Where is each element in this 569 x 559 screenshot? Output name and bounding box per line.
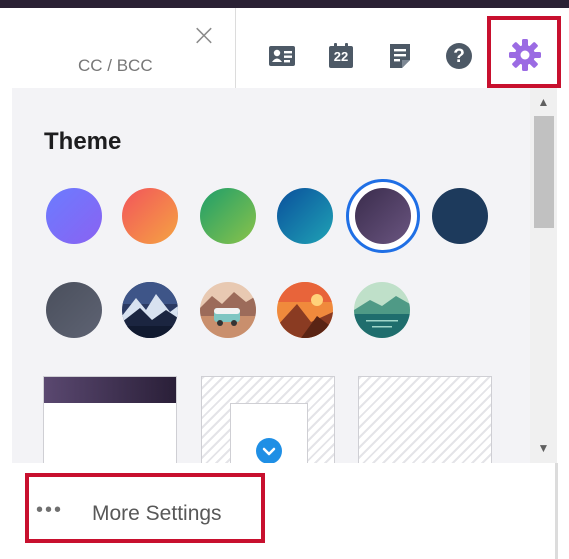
mail-compose-settings: × CC / BCC 22 ? Theme ▲ ▼ ••• More Setti…	[0, 0, 569, 559]
layout-card-striped-plain[interactable]	[358, 376, 492, 463]
theme-swatch-ocean[interactable]	[277, 188, 333, 244]
theme-swatch-dark-purple	[355, 188, 411, 244]
calendar-day-number: 22	[333, 49, 349, 64]
theme-swatch-slate[interactable]	[46, 282, 102, 338]
mountains-scene-image	[122, 282, 178, 338]
theme-swatch-camper[interactable]	[200, 282, 256, 338]
footer-right-border	[555, 463, 558, 559]
desert-scene-image	[277, 282, 333, 338]
layout-card-dark-header[interactable]	[43, 376, 177, 463]
layout-chevron-badge[interactable]	[256, 438, 282, 463]
scroll-down-arrow[interactable]: ▼	[530, 438, 557, 458]
theme-swatch-desert[interactable]	[277, 282, 333, 338]
chevron-down-icon	[262, 447, 276, 456]
scroll-up-arrow[interactable]: ▲	[530, 92, 557, 112]
theme-swatch-sunset[interactable]	[122, 188, 178, 244]
notes-icon	[390, 44, 410, 68]
lake-scene-image	[354, 282, 410, 338]
more-settings-highlight-box	[25, 473, 265, 543]
settings-highlight-box	[487, 16, 561, 88]
layout-card-striped-center[interactable]	[201, 376, 335, 463]
help-button[interactable]: ?	[445, 42, 473, 70]
help-glyph: ?	[453, 46, 465, 67]
theme-panel: Theme	[12, 88, 557, 463]
camper-scene-image	[200, 282, 256, 338]
close-cc-bcc-button[interactable]: ×	[190, 21, 218, 51]
theme-swatch-blue-purple[interactable]	[46, 188, 102, 244]
calendar-button[interactable]: 22	[327, 42, 355, 70]
top-app-strip	[0, 0, 569, 8]
cc-bcc-link[interactable]: CC / BCC	[78, 56, 153, 76]
layout-card-header-bar	[44, 377, 176, 403]
theme-panel-scrollbar[interactable]: ▲ ▼	[530, 88, 557, 463]
theme-swatch-green[interactable]	[200, 188, 256, 244]
theme-swatch-lake[interactable]	[354, 282, 410, 338]
header-divider	[235, 8, 236, 88]
theme-swatch-selected-ring[interactable]	[346, 179, 420, 253]
contact-card-icon	[269, 46, 295, 66]
theme-swatch-navy[interactable]	[432, 188, 488, 244]
contacts-button[interactable]	[268, 42, 296, 70]
theme-title: Theme	[44, 128, 122, 155]
theme-swatch-mountains[interactable]	[122, 282, 178, 338]
notes-button[interactable]	[386, 42, 414, 70]
scroll-thumb[interactable]	[534, 116, 554, 228]
